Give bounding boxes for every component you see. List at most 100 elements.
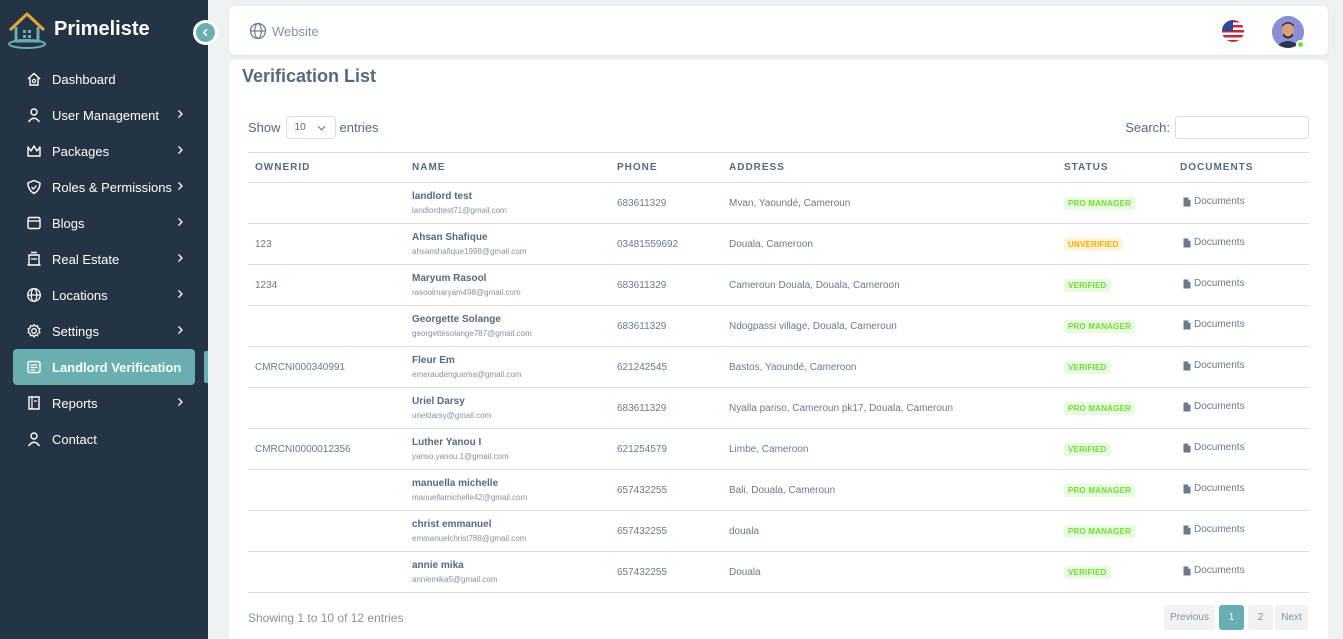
sidebar-item-settings[interactable]: Settings	[0, 313, 208, 349]
status-badge: PRO MANAGER	[1064, 401, 1136, 415]
collapse-sidebar-button[interactable]	[193, 20, 218, 45]
cell-ownerid	[248, 551, 405, 593]
verification-card: Verification List Show 10 entries Search…	[229, 60, 1328, 639]
documents-link[interactable]: Documents	[1183, 442, 1245, 453]
next-page-button[interactable]: Next	[1275, 605, 1308, 630]
cell-status: VERIFIED	[1057, 551, 1173, 593]
search-input[interactable]	[1175, 116, 1309, 139]
cell-documents: Documents	[1173, 551, 1309, 593]
page-button-2[interactable]: 2	[1248, 605, 1273, 630]
chevron-right-icon	[178, 146, 183, 154]
file-icon	[1183, 566, 1191, 576]
cell-address: Limbe, Cameroon	[722, 428, 1057, 470]
documents-link[interactable]: Documents	[1183, 565, 1245, 576]
owner-name: Fleur Em	[412, 355, 455, 366]
cell-name: manuella michelle manuellamichelle42@gmai…	[405, 469, 610, 511]
sidebar-item-label: Settings	[52, 323, 99, 339]
documents-link[interactable]: Documents	[1183, 319, 1245, 330]
documents-label: Documents	[1194, 565, 1245, 577]
documents-link[interactable]: Documents	[1183, 524, 1245, 535]
cell-ownerid	[248, 469, 405, 511]
sidebar-item-label: Landlord Verification	[52, 359, 182, 375]
owner-name: christ emmanuel	[412, 519, 492, 530]
chevron-right-icon	[178, 290, 183, 298]
owner-email: rasoolmaryam498@gmail.com	[412, 288, 521, 297]
brand-logo[interactable]: Primeliste	[6, 10, 150, 52]
status-badge: VERIFIED	[1064, 360, 1111, 374]
sidebar-item-real-estate[interactable]: Real Estate	[0, 241, 208, 277]
column-header-documents[interactable]: DOCUMENTS	[1173, 152, 1309, 183]
file-icon	[1183, 197, 1191, 207]
cell-ownerid: CMRCNI000340991	[248, 346, 405, 388]
column-header-address[interactable]: ADDRESS	[722, 152, 1057, 183]
cell-ownerid: 123	[248, 223, 405, 265]
sidebar-item-packages[interactable]: Packages	[0, 133, 208, 169]
previous-page-button[interactable]: Previous	[1164, 605, 1215, 630]
sidebar-item-label: Roles & Permissions	[52, 179, 172, 195]
cell-status: UNVERIFIED	[1057, 223, 1173, 265]
sidebar-item-reports[interactable]: Reports	[0, 385, 208, 421]
documents-link[interactable]: Documents	[1183, 278, 1245, 289]
sidebar-item-label: Blogs	[52, 215, 85, 231]
gear-icon	[26, 323, 42, 339]
verification-table: OWNERID NAME PHONE ADDRESS STATUS DOCUME…	[248, 152, 1309, 593]
blog-icon	[26, 215, 42, 231]
page-title: Verification List	[242, 66, 377, 86]
column-header-phone[interactable]: PHONE	[610, 152, 722, 183]
table-row: manuella michelle manuellamichelle42@gmai…	[248, 469, 1309, 511]
column-header-name[interactable]: NAME	[405, 152, 610, 183]
language-flag-icon[interactable]	[1222, 20, 1244, 42]
cell-name: Fleur Em emeraudenguema@gmail.com	[405, 346, 610, 388]
user-avatar[interactable]	[1272, 16, 1305, 49]
cell-status: VERIFIED	[1057, 264, 1173, 306]
owner-name: Maryum Rasool	[412, 273, 487, 284]
status-badge: VERIFIED	[1064, 278, 1111, 292]
owner-email: landlordtest71@gmail.com	[412, 206, 507, 215]
cell-ownerid	[248, 510, 405, 552]
owner-email: yanso.yanou.1@gmail.com	[412, 452, 509, 461]
website-label: Website	[272, 23, 319, 39]
owner-email: anniemika5@gmail.com	[412, 575, 498, 584]
file-icon	[1183, 402, 1191, 412]
cell-address: Ndogpassi village, Douala, Cameroun	[722, 305, 1057, 347]
column-header-status[interactable]: STATUS	[1057, 152, 1173, 183]
table-row: 1234 Maryum Rasool rasoolmaryam498@gmail.c…	[248, 264, 1309, 306]
page-button-1[interactable]: 1	[1219, 605, 1244, 630]
cell-documents: Documents	[1173, 428, 1309, 470]
table-row: annie mika anniemika5@gmail.com 657432255 D…	[248, 551, 1309, 593]
documents-link[interactable]: Documents	[1183, 483, 1245, 494]
table-row: 123 Ahsan Shafique ahsanshafique1998@gmail…	[248, 223, 1309, 265]
sidebar-item-blogs[interactable]: Blogs	[0, 205, 208, 241]
sidebar-item-dashboard[interactable]: Dashboard	[0, 61, 208, 97]
documents-link[interactable]: Documents	[1183, 237, 1245, 248]
cell-phone: 657432255	[610, 510, 722, 552]
sidebar-item-landlord-verification[interactable]: Landlord Verification	[13, 349, 195, 385]
list-icon	[26, 359, 42, 375]
sidebar-item-roles-permissions[interactable]: Roles & Permissions	[0, 169, 208, 205]
cell-phone: 657432255	[610, 469, 722, 511]
globe-icon	[26, 287, 42, 303]
cell-documents: Documents	[1173, 182, 1309, 224]
status-badge: PRO MANAGER	[1064, 483, 1136, 497]
sidebar-item-label: Reports	[52, 395, 98, 411]
status-badge: VERIFIED	[1064, 442, 1111, 456]
entries-select[interactable]: 10	[285, 116, 336, 139]
column-header-ownerid[interactable]: OWNERID	[248, 152, 405, 183]
status-badge: PRO MANAGER	[1064, 524, 1136, 538]
sidebar-item-user-management[interactable]: User Management	[0, 97, 208, 133]
sidebar-item-locations[interactable]: Locations	[0, 277, 208, 313]
cell-address: Douala, Cameroon	[722, 223, 1057, 265]
sidebar-item-label: Dashboard	[52, 71, 116, 87]
documents-link[interactable]: Documents	[1183, 401, 1245, 412]
sidebar-item-contact[interactable]: Contact	[0, 421, 208, 457]
file-icon	[1183, 320, 1191, 330]
website-link[interactable]: Website	[249, 22, 319, 40]
chevron-down-icon	[317, 125, 326, 131]
documents-label: Documents	[1194, 319, 1245, 331]
owner-name: Luther Yanou I	[412, 437, 482, 448]
documents-link[interactable]: Documents	[1183, 196, 1245, 207]
cell-address: Bali, Douala, Cameroun	[722, 469, 1057, 511]
cell-name: Uriel Darsy urieldarsy@gmail.com	[405, 387, 610, 429]
documents-link[interactable]: Documents	[1183, 360, 1245, 371]
cell-documents: Documents	[1173, 387, 1309, 429]
